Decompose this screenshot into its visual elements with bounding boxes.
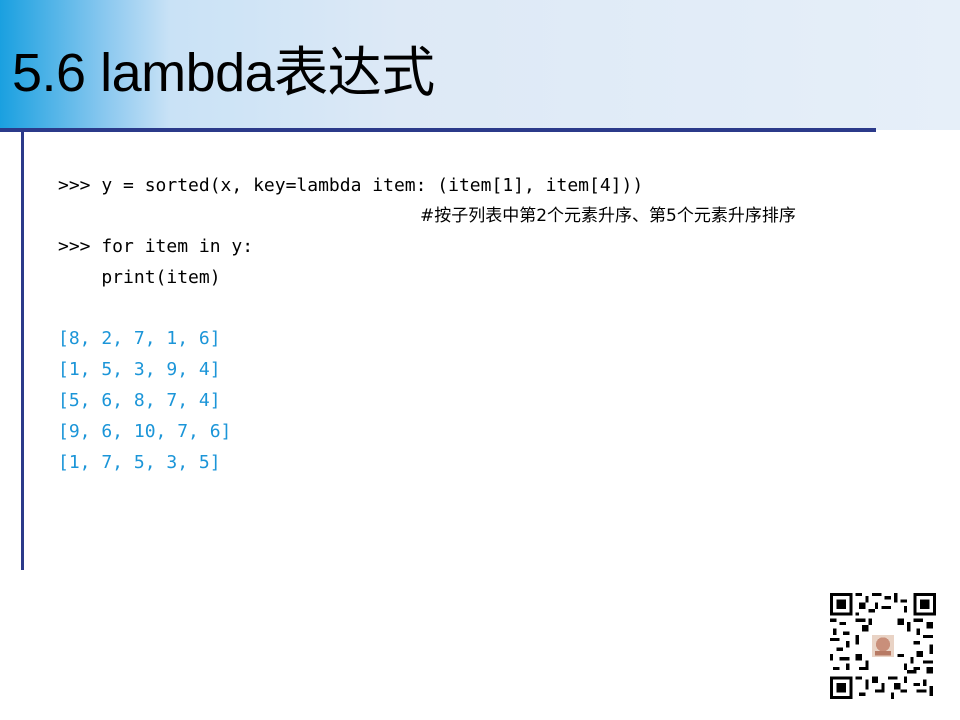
left-vertical-rule <box>21 128 24 570</box>
code-comment: #按子列表中第2个元素升序、第5个元素升序排序 <box>420 206 796 226</box>
header-divider <box>0 128 876 132</box>
qr-code-icon <box>830 593 936 699</box>
code-line-for: >>> for item in y: <box>58 236 254 257</box>
code-line-print: print(item) <box>58 267 221 288</box>
slide-title: 5.6 lambda表达式 <box>12 43 435 103</box>
code-line-sorted: >>> y = sorted(x, key=lambda item: (item… <box>58 175 644 196</box>
output-line: [8, 2, 7, 1, 6] <box>58 328 221 349</box>
output-line: [9, 6, 10, 7, 6] <box>58 421 232 442</box>
output-line: [1, 5, 3, 9, 4] <box>58 359 221 380</box>
output-line: [1, 7, 5, 3, 5] <box>58 452 221 473</box>
output-line: [5, 6, 8, 7, 4] <box>58 390 221 411</box>
slide-header: 5.6 lambda表达式 <box>0 0 960 130</box>
